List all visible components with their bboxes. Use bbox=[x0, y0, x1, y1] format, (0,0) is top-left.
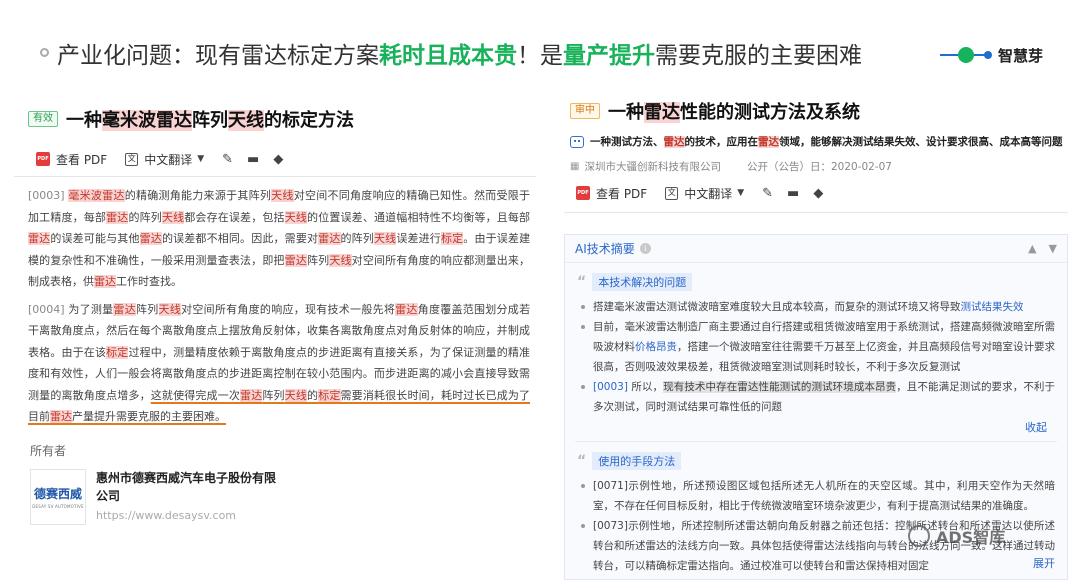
right-toolbar: PDF 查看 PDF 文中文翻译 ▼ ✎ ▬ ◆ bbox=[576, 180, 1072, 206]
right-title-row: 审中 一种雷达性能的测试方法及系统 bbox=[570, 96, 1072, 126]
title-emphasis-production: 量产提升 bbox=[563, 43, 655, 69]
list-item: [0003] 所以，现有技术中存在雷达性能测试的测试环境成本昂贵，且不能满足测试… bbox=[579, 377, 1055, 417]
slide-title: 产业化问题：现有雷达标定方案耗时且成本贵！是量产提升需要克服的主要困难 bbox=[40, 36, 1020, 76]
owner-logo: 德赛西威 DESAY SV AUTOMOTIVE bbox=[30, 468, 86, 525]
watermark: ADS智库 bbox=[908, 524, 1005, 548]
caret-down-icon: ▼ bbox=[197, 154, 205, 164]
view-pdf-button[interactable]: PDF 查看 PDF bbox=[576, 185, 647, 202]
thumbs-down-icon[interactable]: ▼ bbox=[1049, 242, 1057, 255]
owner-url[interactable]: https://www.desaysv.com bbox=[96, 509, 276, 522]
status-badge: 有效 bbox=[28, 111, 58, 127]
watermark-text: ADS智库 bbox=[936, 528, 1006, 547]
translate-dropdown[interactable]: 文中文翻译 ▼ bbox=[125, 151, 204, 168]
comment-icon[interactable]: ▬ bbox=[787, 186, 799, 201]
translate-icon: 文 bbox=[665, 186, 679, 200]
left-toolbar: PDF 查看 PDF 文中文翻译 ▼ ✎ ▬ ◆ bbox=[36, 146, 540, 172]
status-badge: 审中 bbox=[570, 103, 600, 119]
info-icon[interactable]: i bbox=[639, 243, 651, 254]
building-icon: ▦ bbox=[570, 161, 580, 172]
robot-icon bbox=[570, 135, 584, 148]
owner-card[interactable]: 德赛西威 DESAY SV AUTOMOTIVE 惠州市德赛西威汽车电子股份有限… bbox=[30, 468, 540, 525]
quote-icon: “ bbox=[577, 274, 587, 290]
pub-date-label: 公开（公告）日： bbox=[746, 161, 831, 173]
owner-section: 所有者 德赛西威 DESAY SV AUTOMOTIVE 惠州市德赛西威汽车电子… bbox=[30, 442, 540, 525]
caret-down-icon: ▼ bbox=[737, 188, 745, 198]
keyword-link[interactable]: 价格昂贵 bbox=[635, 341, 677, 353]
left-divider bbox=[14, 176, 536, 177]
ai-summary-title: AI技术摘要 bbox=[575, 242, 635, 256]
section-label-method: 使用的手段方法 bbox=[592, 452, 682, 470]
problem-list: 搭建毫米波雷达测试微波暗室难度较大且成本较高，而复杂的测试环境又将导致测试结果失… bbox=[565, 297, 1067, 417]
highlighter-icon[interactable]: ✎ bbox=[762, 186, 773, 201]
patent-title[interactable]: 一种毫米波雷达阵列天线的标定方法 bbox=[66, 106, 354, 132]
circle-bullet-icon bbox=[40, 48, 49, 57]
right-patent-panel: 审中 一种雷达性能的测试方法及系统 一种测试方法、雷达的技术，应用在雷达领域，能… bbox=[560, 94, 1072, 584]
section-separator bbox=[575, 441, 1057, 442]
section-method-header: “ 使用的手段方法 bbox=[577, 452, 1067, 470]
applicant-name[interactable]: 深圳市大疆创新科技有限公司 bbox=[584, 159, 721, 174]
tag-icon[interactable]: ◆ bbox=[273, 152, 283, 167]
owner-label: 所有者 bbox=[30, 443, 67, 458]
quote-icon: “ bbox=[577, 453, 587, 469]
translate-icon: 文 bbox=[125, 152, 139, 166]
thumbs-up-icon[interactable]: ▲ bbox=[1028, 242, 1036, 255]
title-text-1: 产业化问题：现有雷达标定方案 bbox=[57, 43, 379, 69]
list-item: 搭建毫米波雷达测试微波暗室难度较大且成本较高，而复杂的测试环境又将导致测试结果失… bbox=[579, 297, 1055, 317]
left-patent-panel: 有效 一种毫米波雷达阵列天线的标定方法 PDF 查看 PDF 文中文翻译 ▼ ✎ ▬… bbox=[10, 104, 540, 584]
section-label-problem: 本技术解决的问题 bbox=[592, 273, 693, 291]
paragraph-0003: [0003] 毫米波雷达的精确测角能力来源于其阵列天线对空间不同角度响应的精确已… bbox=[28, 189, 531, 288]
highlighter-icon[interactable]: ✎ bbox=[222, 152, 233, 167]
title-emphasis-cost: 耗时且成本贵 bbox=[379, 43, 517, 69]
wechat-icon bbox=[908, 525, 930, 547]
translate-dropdown[interactable]: 文中文翻译 ▼ bbox=[665, 185, 744, 202]
title-text-2: ！是 bbox=[517, 43, 563, 69]
pdf-icon: PDF bbox=[36, 152, 50, 166]
title-text-3: 需要克服的主要困难 bbox=[655, 43, 862, 69]
pdf-icon: PDF bbox=[576, 186, 590, 200]
pub-date: 2020-02-07 bbox=[830, 160, 892, 173]
patent-title[interactable]: 一种雷达性能的测试方法及系统 bbox=[608, 98, 860, 124]
section-problem-header: “ 本技术解决的问题 bbox=[577, 273, 1067, 291]
comment-icon[interactable]: ▬ bbox=[247, 152, 259, 167]
keyword-link[interactable]: 测试结果失效 bbox=[961, 301, 1024, 313]
summary-line: 一种测试方法、雷达的技术，应用在雷达领域，能够解决测试结果失效、设计要求很高、成… bbox=[570, 134, 1072, 149]
expand-link[interactable]: 展开 bbox=[1029, 555, 1055, 571]
list-item: [0071]示例性地，所述预设图区域包括所述无人机所在的天空区域。其中，利用天空… bbox=[579, 476, 1055, 516]
paragraph-ref-link[interactable]: [0003] bbox=[593, 381, 628, 393]
view-pdf-button[interactable]: PDF 查看 PDF bbox=[36, 151, 107, 168]
left-title-row: 有效 一种毫米波雷达阵列天线的标定方法 bbox=[28, 104, 540, 134]
collapse-link[interactable]: 收起 bbox=[565, 419, 1067, 435]
meta-line: ▦ 深圳市大疆创新科技有限公司 公开（公告）日： 2020-02-07 bbox=[570, 159, 1072, 174]
tag-icon[interactable]: ◆ bbox=[813, 186, 823, 201]
ai-summary-header: AI技术摘要 i ▲ ▼ bbox=[565, 235, 1067, 263]
owner-name[interactable]: 惠州市德赛西威汽车电子股份有限公司 bbox=[96, 469, 276, 505]
list-item: 目前，毫米波雷达制造厂商主要通过自行搭建或租赁微波暗室用于系统测试，搭建高频微波… bbox=[579, 317, 1055, 377]
paragraph-0004: [0004] 为了测量雷达阵列天线对空间所有角度的响应，现有技术一般先将雷达角度… bbox=[28, 302, 531, 423]
brand-logo: 智慧芽 bbox=[940, 42, 1043, 68]
right-divider bbox=[564, 212, 1068, 213]
brand-name: 智慧芽 bbox=[998, 46, 1044, 65]
brand-mark-icon bbox=[940, 44, 992, 66]
